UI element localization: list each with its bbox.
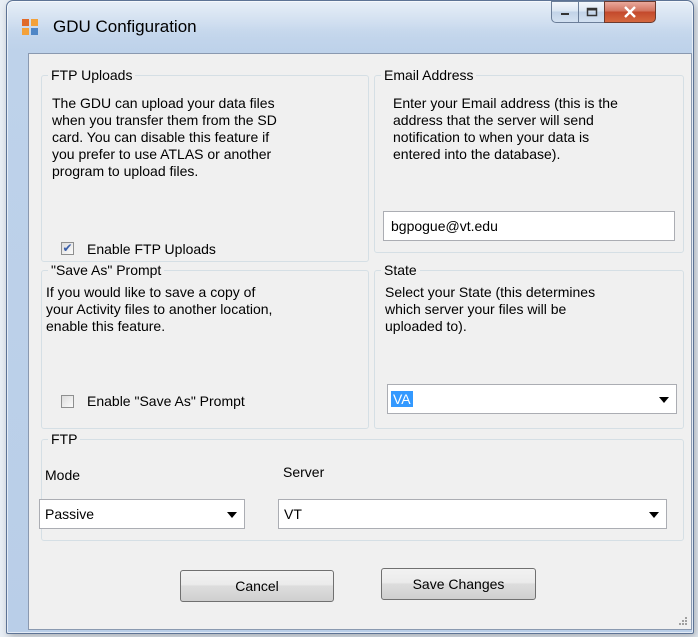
app-icon — [22, 19, 38, 35]
enable-save-as-label[interactable]: Enable "Save As" Prompt — [87, 393, 245, 410]
server-label: Server — [283, 464, 325, 480]
cancel-button[interactable]: Cancel — [180, 570, 334, 602]
state-select[interactable]: VA — [387, 384, 677, 414]
email-address-legend: Email Address — [381, 67, 477, 83]
chevron-down-icon[interactable] — [659, 397, 669, 403]
minimize-icon — [561, 13, 569, 15]
checkmark-icon: ✔ — [62, 241, 73, 255]
maximize-button[interactable] — [578, 1, 605, 23]
save-as-group: "Save As" Prompt If you would like to sa… — [41, 262, 369, 429]
server-selected-value: VT — [284, 506, 302, 522]
ftp-legend: FTP — [48, 431, 81, 447]
enable-save-as-checkbox[interactable] — [61, 395, 74, 408]
save-as-description: If you would like to save a copy of your… — [46, 284, 273, 334]
state-description: Select your State (this determines which… — [385, 284, 596, 334]
dialog-client-area: FTP Uploads The GDU can upload your data… — [28, 53, 692, 630]
state-group: State Select your State (this determines… — [374, 262, 684, 429]
mode-selected-value: Passive — [45, 506, 95, 522]
server-select[interactable]: VT — [278, 499, 667, 529]
close-button[interactable] — [604, 1, 656, 23]
mode-select[interactable]: Passive — [39, 499, 245, 529]
mode-label: Mode — [45, 467, 81, 483]
state-selected-value: VA — [391, 391, 413, 407]
chevron-down-icon[interactable] — [649, 512, 659, 518]
window-title: GDU Configuration — [53, 17, 197, 36]
ftp-uploads-description: The GDU can upload your data files when … — [52, 95, 277, 179]
ftp-group: FTP Mode Passive Server VT — [39, 431, 684, 541]
chevron-down-icon[interactable] — [227, 512, 237, 518]
save-as-legend: "Save As" Prompt — [48, 262, 165, 278]
ftp-uploads-group: FTP Uploads The GDU can upload your data… — [41, 67, 369, 262]
save-changes-button[interactable]: Save Changes — [381, 568, 536, 600]
title-bar[interactable]: GDU Configuration — [7, 1, 693, 51]
enable-ftp-uploads-label[interactable]: Enable FTP Uploads — [87, 241, 216, 258]
state-legend: State — [381, 262, 420, 278]
window: GDU Configuration FTP Uploads The GDU ca… — [6, 0, 694, 634]
email-address-group: Email Address Enter your Email address (… — [374, 67, 684, 253]
maximize-icon — [586, 7, 597, 17]
close-icon — [624, 6, 636, 18]
ftp-uploads-legend: FTP Uploads — [48, 67, 136, 83]
minimize-button[interactable] — [551, 1, 579, 23]
email-description: Enter your Email address (this is the ad… — [393, 95, 618, 162]
enable-ftp-uploads-checkbox[interactable]: ✔ — [61, 242, 74, 255]
resize-grip-icon[interactable] — [678, 616, 688, 626]
email-field[interactable]: bgpogue@vt.edu — [383, 211, 675, 241]
